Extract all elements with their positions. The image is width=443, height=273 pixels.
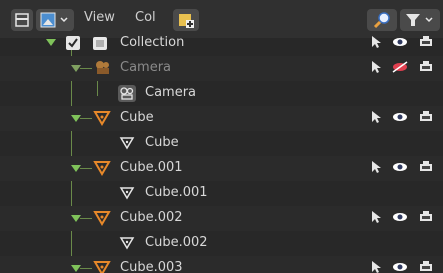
mesh-data-icon xyxy=(119,137,135,150)
select-arrow-icon[interactable] xyxy=(371,160,381,174)
render-camera-icon[interactable] xyxy=(418,110,434,124)
select-arrow-icon[interactable] xyxy=(371,35,381,49)
visibility-eye-icon[interactable] xyxy=(391,260,409,273)
collection-icon xyxy=(93,37,107,50)
render-camera-icon[interactable] xyxy=(418,60,434,74)
menu-collection[interactable]: Col xyxy=(135,10,156,25)
tree-branch xyxy=(80,168,92,169)
checkbox-icon[interactable] xyxy=(65,35,83,53)
render-camera-icon[interactable] xyxy=(418,210,434,224)
tree-row-cube002-data[interactable]: Cube.002 xyxy=(0,231,443,256)
tree-branch xyxy=(80,68,92,69)
tree-row-camera-object[interactable]: Camera xyxy=(0,56,443,81)
row-label: Camera xyxy=(120,60,172,75)
row-label: Cube.003 xyxy=(120,260,183,273)
new-collection-icon xyxy=(179,14,194,28)
tree-row-cube-data[interactable]: Cube xyxy=(0,131,443,156)
hidden-eye-icon[interactable] xyxy=(391,60,409,74)
select-arrow-icon[interactable] xyxy=(371,260,381,273)
tree-row-cube-object[interactable]: Cube xyxy=(0,106,443,131)
camera-data-icon xyxy=(118,85,136,102)
outliner-editor: View Col Collection Camera Camera Cube C… xyxy=(0,0,443,273)
mesh-object-icon xyxy=(93,111,111,126)
visibility-eye-icon[interactable] xyxy=(391,35,409,49)
display-mode-button[interactable] xyxy=(36,9,74,31)
row-label: Cube xyxy=(145,135,179,150)
new-collection-button[interactable] xyxy=(173,9,199,31)
mesh-object-icon xyxy=(93,211,111,226)
row-label: Collection xyxy=(120,35,185,50)
search-icon xyxy=(373,12,390,29)
render-camera-icon[interactable] xyxy=(418,160,434,174)
select-arrow-icon[interactable] xyxy=(371,210,381,224)
display-mode-icon xyxy=(40,12,68,28)
tree-row-camera-data[interactable]: Camera xyxy=(0,81,443,106)
tree-branch xyxy=(80,118,92,119)
render-camera-icon[interactable] xyxy=(418,35,434,49)
tree-row-cube001-object[interactable]: Cube.001 xyxy=(0,156,443,181)
row-label: Cube.002 xyxy=(145,235,208,250)
visibility-eye-icon[interactable] xyxy=(391,210,409,224)
search-button[interactable] xyxy=(367,9,397,31)
select-arrow-icon[interactable] xyxy=(371,110,381,124)
filter-button[interactable] xyxy=(400,9,440,31)
editor-type-button[interactable] xyxy=(11,9,33,31)
outliner-editor-icon xyxy=(15,13,29,27)
expand-arrow-icon[interactable] xyxy=(46,39,56,46)
menu-view[interactable]: View xyxy=(84,10,115,25)
row-label: Camera xyxy=(145,85,197,100)
camera-object-icon xyxy=(96,61,109,74)
visibility-eye-icon[interactable] xyxy=(391,160,409,174)
tree-row-cube002-object[interactable]: Cube.002 xyxy=(0,206,443,231)
mesh-object-icon xyxy=(93,261,111,273)
tree-row-collection[interactable]: Collection xyxy=(0,31,443,56)
tree-row-cube003-object[interactable]: Cube.003 xyxy=(0,256,443,273)
visibility-eye-icon[interactable] xyxy=(391,110,409,124)
row-label: Cube.001 xyxy=(120,160,183,175)
mesh-data-icon xyxy=(119,187,135,200)
render-camera-icon[interactable] xyxy=(418,260,434,273)
mesh-object-icon xyxy=(93,161,111,176)
row-label: Cube.001 xyxy=(145,185,208,200)
tree-row-cube001-data[interactable]: Cube.001 xyxy=(0,181,443,206)
row-label: Cube xyxy=(120,110,154,125)
tree-branch xyxy=(80,218,92,219)
row-label: Cube.002 xyxy=(120,210,183,225)
select-arrow-icon[interactable] xyxy=(371,60,381,74)
tree-branch xyxy=(80,268,92,269)
filter-icon xyxy=(406,14,433,26)
mesh-data-icon xyxy=(119,237,135,250)
